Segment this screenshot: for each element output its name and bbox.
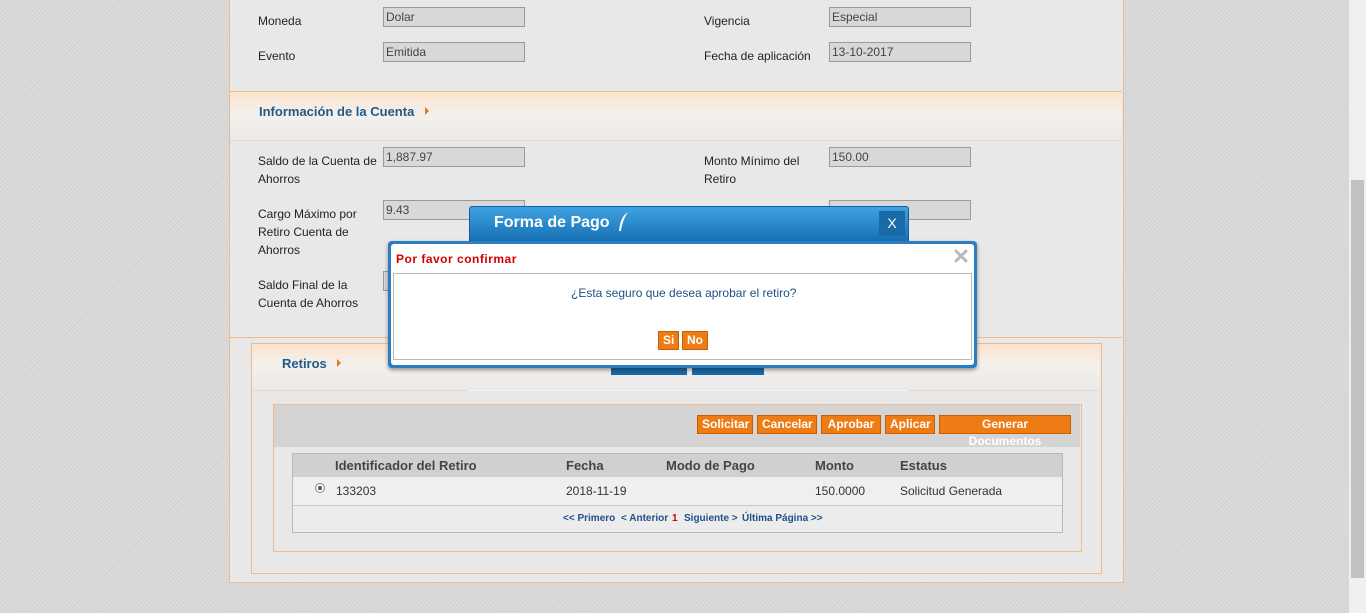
cuenta-section-title[interactable]: Información de la Cuenta (259, 104, 414, 119)
column-header-fecha[interactable]: Fecha (566, 458, 604, 473)
caret-right-icon (425, 107, 429, 115)
retiros-section-title[interactable]: Retiros (282, 356, 327, 371)
radio-dot-icon (318, 486, 322, 490)
pager-next-link[interactable]: Siguiente > (684, 513, 738, 524)
confirm-no-button[interactable]: No (682, 331, 708, 350)
column-header-identificador[interactable]: Identificador del Retiro (335, 458, 477, 473)
confirm-message: ¿Esta seguro que desea aprobar el retiro… (571, 286, 797, 300)
dialog-shadow-line (468, 390, 908, 391)
cell-fecha: 2018-11-19 (566, 484, 627, 498)
fecha-aplicacion-label: Fecha de aplicación (704, 49, 811, 63)
forma-pago-close-button[interactable]: X (879, 211, 905, 236)
aplicar-button[interactable]: Aplicar (885, 415, 935, 434)
scrollbar-thumb[interactable] (1351, 180, 1364, 578)
cargo-label-line2: Retiro Cuenta de (258, 225, 349, 239)
column-header-monto[interactable]: Monto (815, 458, 854, 473)
monto-minimo-label-line1: Monto Mínimo del (704, 154, 800, 168)
cell-identificador: 133203 (336, 484, 377, 498)
confirm-yes-button[interactable]: Si (658, 331, 679, 350)
cargo-label-line3: Ahorros (258, 243, 301, 257)
moneda-label: Moneda (258, 14, 302, 28)
pager-prev-link[interactable]: < Anterior (621, 513, 668, 524)
column-header-estatus[interactable]: Estatus (900, 458, 947, 473)
generar-documentos-button[interactable]: Generar Documentos (939, 415, 1071, 448)
feather-icon (619, 212, 628, 231)
monto-minimo-label-line2: Retiro (704, 172, 737, 186)
pager-first-link[interactable]: << Primero (563, 513, 615, 524)
forma-pago-title: Forma de Pago (494, 214, 610, 231)
fecha-aplicacion-field[interactable]: 13-10-2017 (829, 42, 971, 62)
vigencia-field[interactable]: Especial (829, 7, 971, 27)
vigencia-label: Vigencia (704, 14, 750, 28)
saldo-label-line1: Saldo de la Cuenta de (258, 154, 377, 168)
row-radio-button[interactable] (315, 483, 325, 493)
pager-current-page: 1 (672, 513, 678, 524)
saldo-final-label-line1: Saldo Final de la (258, 278, 348, 292)
saldo-label-line2: Ahorros (258, 172, 301, 186)
cargo-label-line1: Cargo Máximo por (258, 207, 357, 221)
pager-last-link[interactable]: Última Página >> (742, 513, 823, 524)
saldo-field[interactable]: 1,887.97 (383, 147, 525, 167)
column-header-modo-pago[interactable]: Modo de Pago (666, 458, 755, 473)
cell-estatus: Solicitud Generada (900, 484, 1003, 498)
evento-field[interactable]: Emitida (383, 42, 525, 62)
solicitar-button[interactable]: Solicitar (697, 415, 753, 434)
close-icon[interactable] (953, 248, 969, 264)
caret-right-icon (337, 359, 341, 367)
confirm-title: Por favor confirmar (396, 252, 517, 266)
evento-label: Evento (258, 49, 296, 63)
monto-minimo-field[interactable]: 150.00 (829, 147, 971, 167)
moneda-field[interactable]: Dolar (383, 7, 525, 27)
cell-monto: 150.0000 (815, 484, 866, 498)
saldo-final-label-line2: Cuenta de Ahorros (258, 296, 359, 310)
aprobar-button[interactable]: Aprobar (821, 415, 881, 434)
cancelar-button[interactable]: Cancelar (757, 415, 817, 434)
